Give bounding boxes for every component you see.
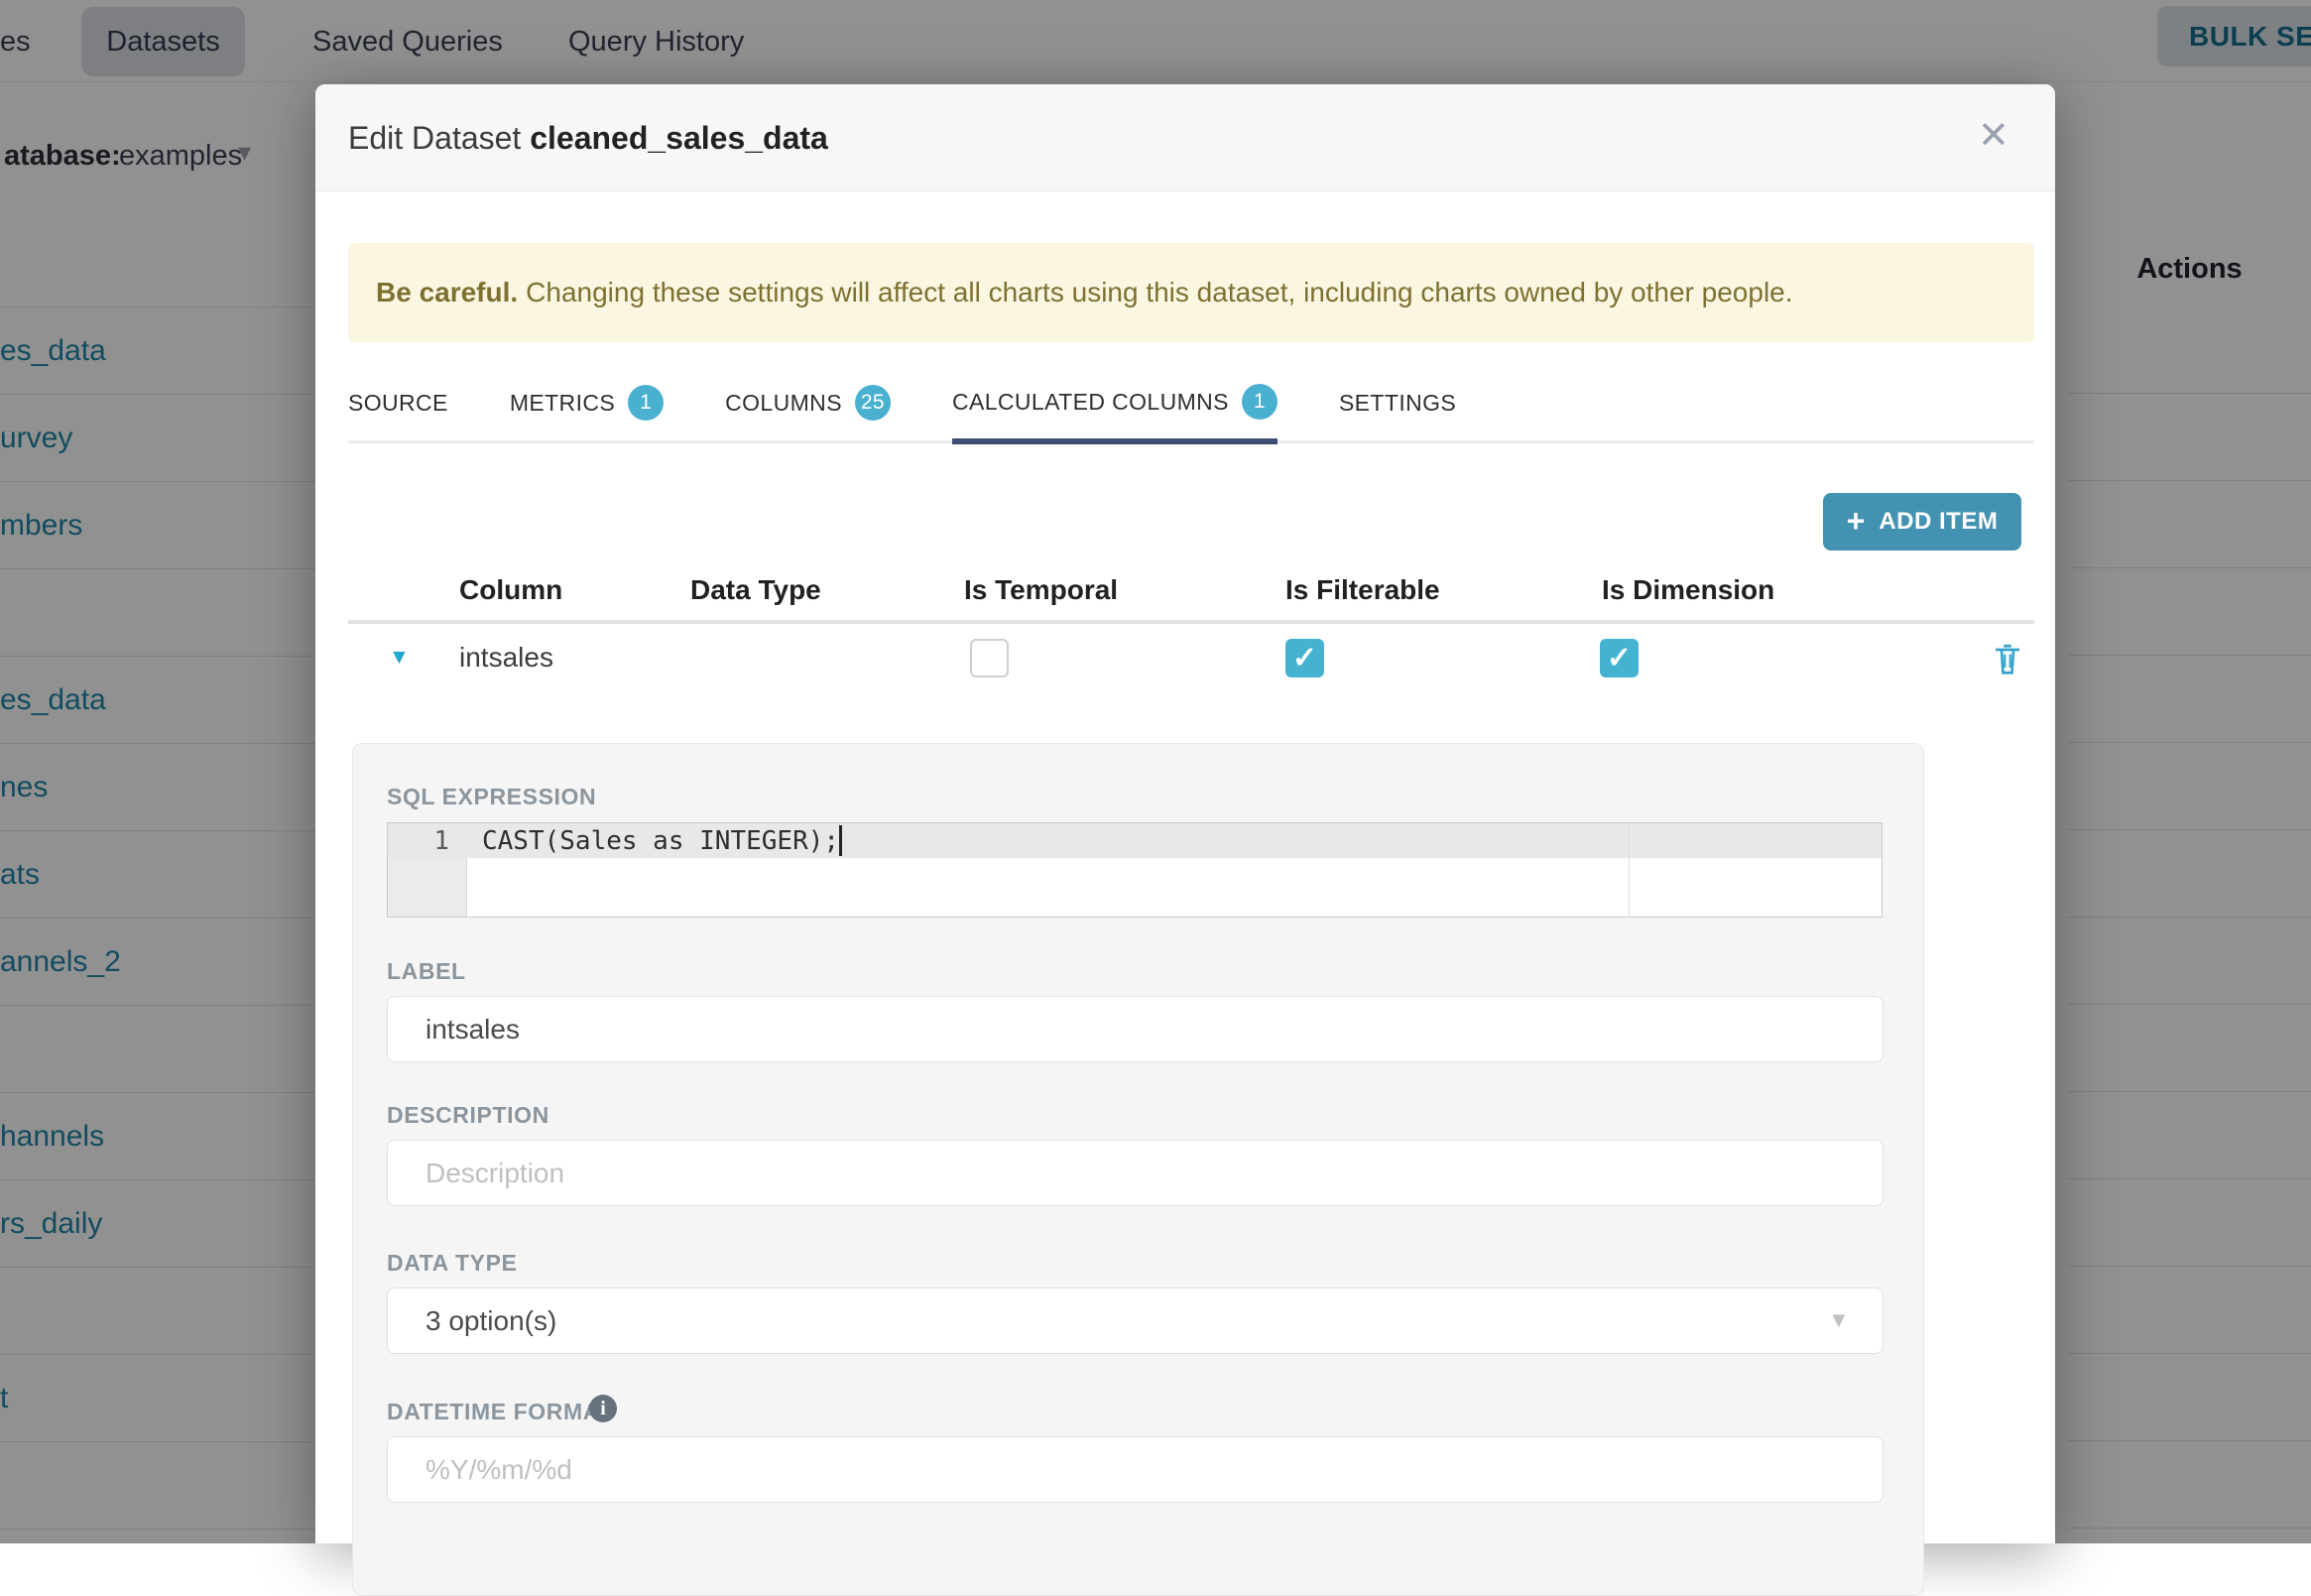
editor-print-margin — [1629, 823, 1630, 917]
datetime-format-field-label: DATETIME FORMAT — [387, 1399, 613, 1425]
tab-metrics[interactable]: METRICS1 — [510, 365, 664, 440]
sql-code-text: CAST(Sales as INTEGER); — [482, 826, 839, 856]
warning-bold: Be careful. — [376, 277, 518, 307]
col-header-is-temporal: Is Temporal — [964, 574, 1118, 606]
sql-expression-label: SQL EXPRESSION — [387, 784, 596, 810]
data-type-select[interactable] — [387, 1288, 1884, 1354]
label-field-label: LABEL — [387, 958, 466, 985]
modal-title: Edit Dataset cleaned_sales_data — [348, 120, 828, 157]
sql-expression-editor[interactable]: 1 CAST(Sales as INTEGER); — [387, 822, 1883, 918]
checkmark-icon: ✓ — [1292, 641, 1317, 675]
description-field-label: DESCRIPTION — [387, 1102, 549, 1129]
table-header-divider — [348, 620, 2034, 624]
label-input[interactable] — [387, 996, 1884, 1062]
col-header-is-filterable: Is Filterable — [1285, 574, 1440, 606]
tab-calculated-columns[interactable]: CALCULATED COLUMNS1 — [952, 365, 1277, 444]
tab-columns[interactable]: COLUMNS25 — [725, 365, 891, 440]
plus-icon: + — [1847, 505, 1866, 537]
col-header-data-type: Data Type — [690, 574, 821, 606]
metrics-count-badge: 1 — [628, 385, 664, 421]
is-temporal-checkbox[interactable] — [970, 639, 1009, 677]
col-header-column: Column — [459, 574, 562, 606]
column-detail-panel: SQL EXPRESSION 1 CAST(Sales as INTEGER);… — [352, 743, 1924, 1596]
is-filterable-checkbox[interactable]: ✓ — [1285, 639, 1324, 677]
calculated-columns-count-badge: 1 — [1242, 384, 1277, 420]
modal-title-dataset-name: cleaned_sales_data — [530, 120, 828, 156]
modal-title-prefix: Edit Dataset — [348, 120, 530, 156]
modal-tabs: SOURCE METRICS1 COLUMNS25 CALCULATED COL… — [348, 365, 2034, 443]
close-icon[interactable]: ✕ — [1978, 117, 2009, 155]
edit-dataset-modal: Edit Dataset cleaned_sales_data ✕ Be car… — [315, 84, 2055, 1543]
columns-count-badge: 25 — [855, 385, 891, 421]
editor-line-number: 1 — [388, 826, 449, 856]
is-dimension-checkbox[interactable]: ✓ — [1600, 639, 1639, 677]
warning-banner: Be careful. Changing these settings will … — [348, 243, 2034, 342]
delete-trash-icon[interactable] — [1990, 640, 2025, 677]
modal-header: Edit Dataset cleaned_sales_data ✕ — [315, 84, 2055, 191]
tab-source[interactable]: SOURCE — [348, 365, 448, 440]
text-cursor — [839, 825, 842, 856]
warning-text: Changing these settings will affect all … — [526, 277, 1792, 307]
datetime-format-input[interactable] — [387, 1436, 1884, 1503]
chevron-down-icon[interactable]: ▼ — [1828, 1307, 1850, 1333]
description-input[interactable] — [387, 1140, 1884, 1206]
tab-settings[interactable]: SETTINGS — [1339, 365, 1456, 440]
column-name: intsales — [459, 642, 553, 674]
add-item-button[interactable]: + ADD ITEM — [1823, 493, 2021, 551]
checkmark-icon: ✓ — [1607, 641, 1632, 675]
col-header-is-dimension: Is Dimension — [1602, 574, 1774, 606]
collapse-caret-icon[interactable]: ▼ — [389, 646, 410, 670]
data-type-field-label: DATA TYPE — [387, 1250, 517, 1277]
info-icon[interactable]: i — [589, 1395, 617, 1422]
